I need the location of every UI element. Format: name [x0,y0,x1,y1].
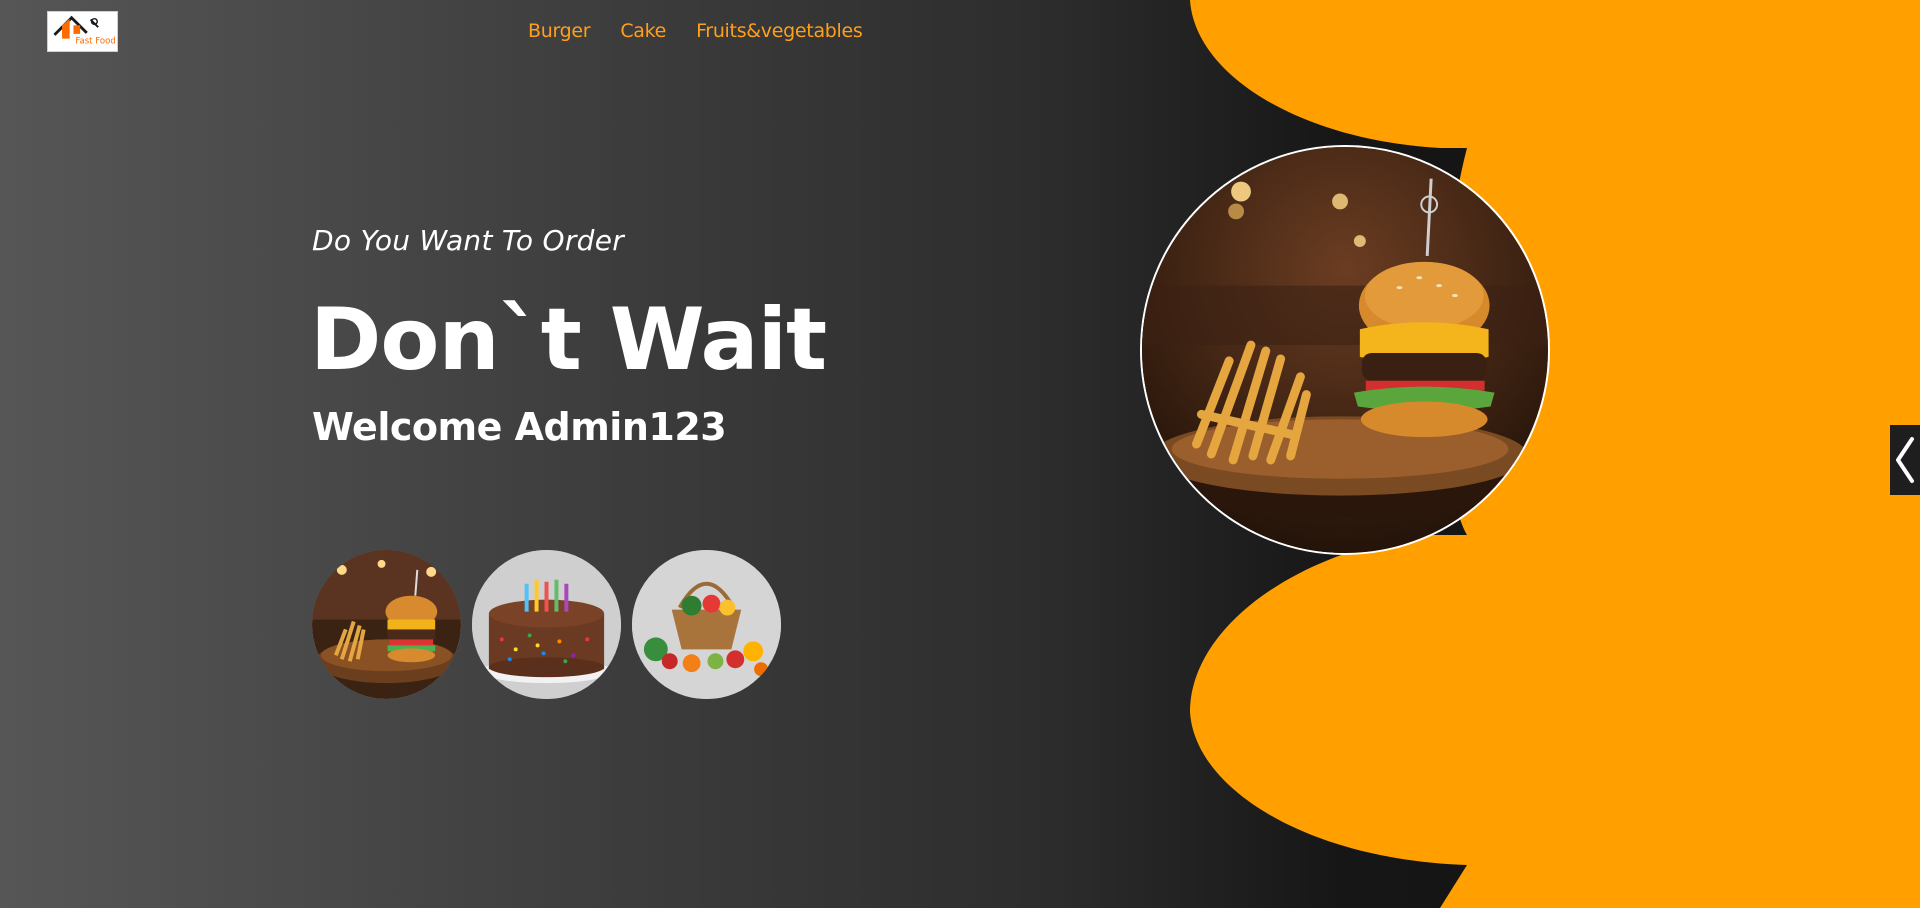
burger-fries-plate-image [1142,147,1548,553]
cake-image [472,550,621,699]
fruit-basket-image [632,550,781,699]
hero-headline: Don`t Wait [310,290,827,390]
thumbnail-row [312,550,781,699]
featured-food-image [1140,145,1550,555]
site-logo[interactable]: Fast Food [47,11,118,52]
chevron-left-icon [1896,437,1914,483]
logo-text: Fast Food [75,36,115,46]
nav-item-burger[interactable]: Burger [528,20,591,42]
welcome-message: Welcome Admin123 [312,405,727,449]
side-panel-toggle[interactable] [1890,425,1920,495]
nav-item-cake[interactable]: Cake [620,20,666,42]
hero-subtitle: Do You Want To Order [312,224,625,257]
nav-item-fruits-vegetables[interactable]: Fruits&vegetables [696,20,863,42]
burger-image [312,550,461,699]
cake-thumbnail[interactable] [472,550,621,699]
orange-wave-panel [1190,0,1920,908]
house-logo-icon: Fast Food [48,12,117,51]
top-nav: Burger Cake Fruits&vegetables [528,20,863,42]
fruits-vegetables-thumbnail[interactable] [632,550,781,699]
burger-thumbnail[interactable] [312,550,461,699]
